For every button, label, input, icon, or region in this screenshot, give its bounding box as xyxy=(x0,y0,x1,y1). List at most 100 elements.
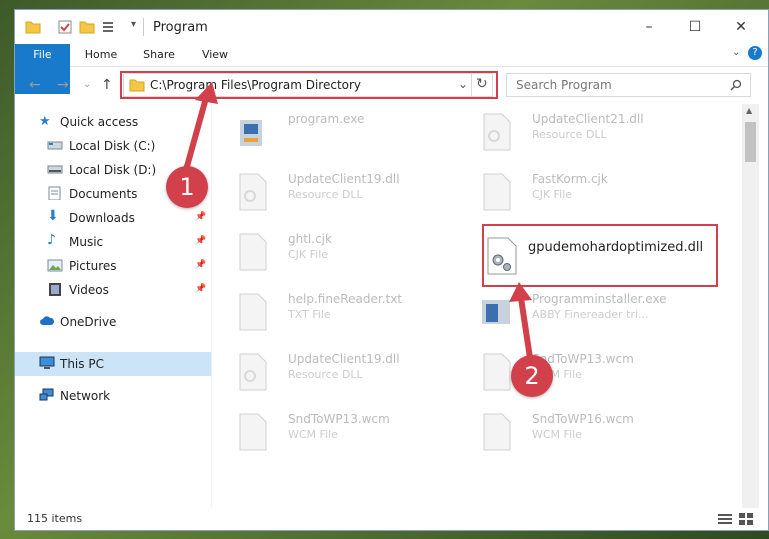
tab-view[interactable]: View xyxy=(193,44,237,66)
vertical-scrollbar[interactable]: ▲ xyxy=(742,104,759,508)
scrollbar-thumb[interactable] xyxy=(745,122,756,162)
maximize-button[interactable]: ☐ xyxy=(672,14,718,40)
search-placeholder: Search Program xyxy=(516,78,612,92)
window-title: Program xyxy=(153,20,208,35)
sidebar-item-music[interactable]: ♪ Music 📌 xyxy=(15,230,211,254)
file-item[interactable]: Programminstaller.exe ABBY Finereader tr… xyxy=(456,286,696,336)
file-name: UpdateClient19.dll xyxy=(288,172,400,186)
file-icon xyxy=(239,413,267,451)
file-list: program.exe UpdateClient21.dll Resource … xyxy=(212,104,742,508)
search-icon[interactable] xyxy=(730,79,742,91)
sidebar-item-label: Downloads xyxy=(69,211,135,225)
file-type: Resource DLL xyxy=(288,188,363,201)
network-icon xyxy=(39,388,54,401)
pin-icon[interactable]: 📌 xyxy=(195,284,206,294)
search-input[interactable]: Search Program xyxy=(506,73,751,97)
file-type: CJK File xyxy=(288,248,329,261)
file-name: SndToWP16.wcm xyxy=(532,412,634,426)
dll-icon xyxy=(483,113,511,151)
file-item[interactable]: FastKorm.cjk CJK File xyxy=(456,166,696,216)
sidebar-item-quick-access[interactable]: ★ Quick access xyxy=(15,110,211,134)
drive-icon xyxy=(47,165,63,174)
ribbon-tabs: File Home Share View ⌄ ? xyxy=(15,44,768,94)
title-divider xyxy=(143,18,144,36)
close-button[interactable]: ✕ xyxy=(718,14,764,40)
file-icon xyxy=(483,353,511,391)
sidebar-item-label: Quick access xyxy=(60,115,139,129)
file-item[interactable]: help.fineReader.txt TXT File xyxy=(212,286,452,336)
file-item[interactable]: SndToWP16.wcm WCM File xyxy=(456,406,696,456)
file-name: FastKorm.cjk xyxy=(532,172,608,186)
sidebar-item-onedrive[interactable]: OneDrive xyxy=(15,310,211,334)
chevron-down-icon[interactable]: ⌄ xyxy=(83,79,91,90)
pin-icon[interactable]: 📌 xyxy=(195,260,206,270)
file-item[interactable]: UpdateClient19.dll Resource DLL xyxy=(212,346,452,396)
back-arrow-icon[interactable]: ← xyxy=(29,77,41,93)
file-item[interactable]: SndToWP13.wcm WCM File xyxy=(456,346,696,396)
sidebar-item-pictures[interactable]: Pictures 📌 xyxy=(15,254,211,278)
file-item[interactable]: UpdateClient21.dll Resource DLL xyxy=(456,106,696,156)
sidebar-item-label: This PC xyxy=(60,357,104,371)
file-icon xyxy=(239,233,267,271)
drive-icon xyxy=(47,141,63,150)
pin-icon[interactable]: 📌 xyxy=(195,236,206,246)
file-item[interactable]: program.exe xyxy=(212,106,452,156)
sidebar-item-label: Network xyxy=(60,389,111,403)
item-count: 115 items xyxy=(27,512,83,525)
file-type: WCM File xyxy=(532,428,582,441)
exe-icon xyxy=(240,120,262,146)
sidebar-item-downloads[interactable]: ⬇ Downloads 📌 xyxy=(15,206,211,230)
tab-share[interactable]: Share xyxy=(137,44,181,66)
music-icon: ♪ xyxy=(47,232,56,248)
file-name: program.exe xyxy=(288,112,365,126)
file-icon xyxy=(483,413,511,451)
computer-icon xyxy=(39,356,55,369)
file-icon xyxy=(483,173,511,211)
status-bar: 115 items xyxy=(15,508,768,530)
minimize-button[interactable]: – xyxy=(626,14,672,40)
sidebar-item-local-disk-c[interactable]: Local Disk (C:) xyxy=(15,134,211,158)
sidebar-item-videos[interactable]: Videos 📌 xyxy=(15,278,211,302)
sidebar-item-this-pc[interactable]: This PC xyxy=(15,352,211,376)
file-type: ABBY Finereader tri... xyxy=(532,308,649,321)
sidebar-item-label: Documents xyxy=(69,187,138,201)
sidebar-item-label: Videos xyxy=(69,283,109,297)
documents-icon xyxy=(48,186,61,200)
new-folder-icon[interactable] xyxy=(79,19,95,35)
help-icon[interactable]: ? xyxy=(748,46,762,60)
pin-icon[interactable]: 📌 xyxy=(195,212,206,222)
properties-icon[interactable] xyxy=(57,19,73,35)
file-type: CJK File xyxy=(532,188,573,201)
up-arrow-icon[interactable]: ↑ xyxy=(101,77,113,93)
file-icon xyxy=(239,293,267,331)
file-item[interactable]: ghtl.cjk CJK File xyxy=(212,226,452,276)
tab-home[interactable]: Home xyxy=(79,44,123,66)
customize-toolbar-icon[interactable] xyxy=(101,19,117,35)
address-highlight-box xyxy=(120,71,498,99)
sidebar-item-label: OneDrive xyxy=(60,315,117,329)
large-icons-view-icon[interactable] xyxy=(739,513,753,525)
file-name: Programminstaller.exe xyxy=(532,292,667,306)
installer-icon xyxy=(482,300,510,324)
file-name: help.fineReader.txt xyxy=(288,292,402,306)
sidebar-item-label: Music xyxy=(69,235,104,249)
dll-icon xyxy=(239,173,267,211)
chevron-down-icon[interactable]: ⌄ xyxy=(732,47,740,58)
scroll-up-icon[interactable]: ▲ xyxy=(746,106,752,115)
chevron-down-icon[interactable]: ▾ xyxy=(131,19,136,30)
file-name: ghtl.cjk xyxy=(288,232,332,246)
file-item[interactable]: UpdateClient19.dll Resource DLL xyxy=(212,166,452,216)
forward-arrow-icon[interactable]: → xyxy=(57,77,69,93)
file-item[interactable]: SndToWP13.wcm WCM File xyxy=(212,406,452,456)
dll-icon xyxy=(239,353,267,391)
file-type: TXT File xyxy=(288,308,331,321)
file-type: WCM File xyxy=(288,428,338,441)
file-type: Resource DLL xyxy=(288,368,363,381)
folder-icon xyxy=(25,21,41,34)
sidebar-item-network[interactable]: Network xyxy=(15,384,211,408)
title-bar: ▾ Program – ☐ ✕ xyxy=(15,10,768,44)
file-name: UpdateClient21.dll xyxy=(532,112,644,126)
step-marker-1: 1 xyxy=(166,166,208,208)
step-marker-2: 2 xyxy=(511,355,553,397)
details-view-icon[interactable] xyxy=(718,513,732,525)
